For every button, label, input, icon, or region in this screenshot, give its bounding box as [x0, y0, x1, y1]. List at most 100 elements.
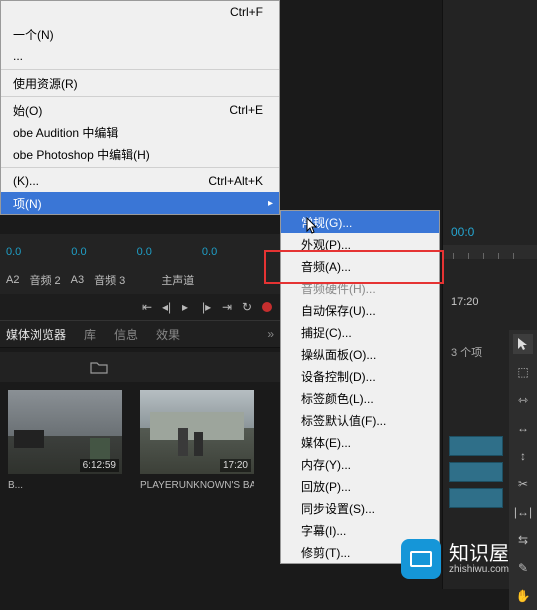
folder-icon[interactable] — [90, 360, 108, 374]
track-value[interactable]: 0.0 — [137, 246, 152, 258]
slip-tool-icon[interactable]: |↔| — [513, 502, 533, 522]
submenu-label: 标签默认值(F)... — [301, 412, 386, 429]
thumbnail-caption: B... — [8, 480, 23, 491]
folder-row — [0, 352, 280, 382]
time-ruler[interactable] — [443, 245, 537, 259]
tab-libraries[interactable]: 库 — [84, 326, 96, 343]
go-to-end-icon[interactable]: ⇥ — [222, 300, 236, 314]
watermark: 知识屋 zhishiwu.com — [401, 539, 509, 579]
thumbnail-caption: PLAYERUNKNOWN'S BAT... — [140, 480, 254, 491]
menu-shortcut: Ctrl+E — [229, 103, 271, 117]
panel-tabs: 媒体浏览器 库 信息 效果 » — [0, 320, 280, 348]
submenu-item-label-default[interactable]: 标签默认值(F)... — [281, 409, 439, 431]
menu-item[interactable]: (K)... Ctrl+Alt+K — [1, 170, 279, 192]
tab-media-browser[interactable]: 媒体浏览器 — [6, 326, 66, 343]
menu-item[interactable]: 使用资源(R) — [1, 72, 279, 94]
menu-shortcut: Ctrl+F — [230, 5, 271, 19]
submenu-item-caption[interactable]: 字幕(I)... — [281, 519, 439, 541]
menu-item[interactable]: 始(O) Ctrl+E — [1, 99, 279, 121]
submenu-item-control-surface[interactable]: 操纵面板(O)... — [281, 343, 439, 365]
submenu-label: 捕捉(C)... — [301, 324, 352, 341]
submenu-label: 标签颜色(L)... — [301, 390, 374, 407]
menu-item[interactable]: ... — [1, 45, 279, 67]
media-item[interactable]: 6:12:59 B... — [8, 390, 122, 491]
thumbnail-duration: 17:20 — [220, 459, 251, 472]
menu-item-preferences[interactable]: 项(N) ▸ — [1, 192, 279, 214]
step-back-icon[interactable]: ◂| — [162, 300, 176, 314]
slide-tool-icon[interactable]: ⇆ — [513, 530, 533, 550]
submenu-label: 媒体(E)... — [301, 434, 351, 451]
track-value[interactable]: 0.0 — [202, 246, 217, 258]
menu-divider — [1, 96, 279, 97]
submenu-arrow-icon: ▸ — [268, 198, 273, 209]
rate-stretch-tool-icon[interactable]: ↕ — [513, 446, 533, 466]
track-value[interactable]: 0.0 — [6, 246, 21, 258]
submenu-item-media[interactable]: 媒体(E)... — [281, 431, 439, 453]
menu-item[interactable]: Ctrl+F — [1, 1, 279, 23]
submenu-label: 设备控制(D)... — [301, 368, 376, 385]
submenu-label: 音频(A)... — [301, 258, 351, 275]
thumbnail-duration: 6:12:59 — [80, 459, 119, 472]
menu-label: ... — [13, 49, 23, 63]
preferences-submenu: 常规(G)... 外观(P)... 音频(A)... 音频硬件(H)... 自动… — [280, 210, 440, 564]
timeline-clip[interactable]: 64 — [449, 488, 503, 508]
submenu-item-general[interactable]: 常规(G)... — [281, 211, 439, 233]
razor-tool-icon[interactable]: ✂ — [513, 474, 533, 494]
track-label: 音频 3 — [94, 272, 125, 288]
submenu-item-device[interactable]: 设备控制(D)... — [281, 365, 439, 387]
hand-tool-icon[interactable]: ✋ — [513, 586, 533, 606]
pen-tool-icon[interactable]: ✎ — [513, 558, 533, 578]
rolling-edit-tool-icon[interactable]: ↔ — [513, 418, 533, 438]
menu-label: obe Photoshop 中编辑(H) — [13, 146, 150, 163]
menu-shortcut: Ctrl+Alt+K — [208, 174, 271, 188]
timecode-elapsed: 17:20 — [451, 296, 479, 308]
submenu-item-autosave[interactable]: 自动保存(U)... — [281, 299, 439, 321]
media-thumbnails: 6:12:59 B... 17:20 PLAYERUNKNOWN'S BAT..… — [0, 390, 280, 491]
timeline-clip[interactable] — [449, 462, 503, 482]
menu-item[interactable]: 一个(N) — [1, 23, 279, 45]
watermark-url: zhishiwu.com — [449, 564, 509, 575]
audio-tracks-panel: 0.0 0.0 0.0 0.0 A2 音频 2 A3 音频 3 主声道 ⇤ ◂|… — [0, 234, 280, 324]
submenu-item-memory[interactable]: 内存(Y)... — [281, 453, 439, 475]
submenu-label: 自动保存(U)... — [301, 302, 376, 319]
submenu-item-label-color[interactable]: 标签颜色(L)... — [281, 387, 439, 409]
menu-item[interactable]: obe Photoshop 中编辑(H) — [1, 143, 279, 165]
submenu-item-audio[interactable]: 音频(A)... — [281, 255, 439, 277]
menu-label: 始(O) — [13, 102, 42, 119]
submenu-label: 回放(P)... — [301, 478, 351, 495]
track-label: 主声道 — [161, 272, 194, 288]
submenu-item-playback[interactable]: 回放(P)... — [281, 475, 439, 497]
ripple-edit-tool-icon[interactable]: ⇿ — [513, 390, 533, 410]
submenu-label: 修剪(T)... — [301, 544, 350, 561]
timecode-start: 00:0 — [451, 225, 474, 239]
go-to-start-icon[interactable]: ⇤ — [142, 300, 156, 314]
submenu-label: 操纵面板(O)... — [301, 346, 376, 363]
loop-icon[interactable]: ↻ — [242, 300, 256, 314]
thumbnail-image: 17:20 — [140, 390, 254, 474]
watermark-icon — [401, 539, 441, 579]
selection-tool-icon[interactable] — [513, 334, 533, 354]
thumbnail-image: 6:12:59 — [8, 390, 122, 474]
item-count: 3 个项 — [451, 344, 482, 360]
panel-menu-icon[interactable]: » — [267, 327, 274, 341]
track-label: A3 — [71, 274, 84, 286]
track-value[interactable]: 0.0 — [71, 246, 86, 258]
submenu-item-appearance[interactable]: 外观(P)... — [281, 233, 439, 255]
record-icon[interactable] — [262, 302, 272, 312]
submenu-label: 内存(Y)... — [301, 456, 351, 473]
submenu-label: 音频硬件(H)... — [301, 280, 376, 297]
timeline-clip[interactable] — [449, 436, 503, 456]
menu-divider — [1, 69, 279, 70]
play-icon[interactable]: ▸ — [182, 300, 196, 314]
step-forward-icon[interactable]: |▸ — [202, 300, 216, 314]
menu-item[interactable]: obe Audition 中编辑 — [1, 121, 279, 143]
submenu-item-capture[interactable]: 捕捉(C)... — [281, 321, 439, 343]
submenu-label: 常规(G)... — [301, 214, 352, 231]
submenu-item-sync[interactable]: 同步设置(S)... — [281, 497, 439, 519]
track-select-tool-icon[interactable]: ⬚ — [513, 362, 533, 382]
submenu-label: 外观(P)... — [301, 236, 351, 253]
tab-info[interactable]: 信息 — [114, 326, 138, 343]
media-item[interactable]: 17:20 PLAYERUNKNOWN'S BAT... 17:20 — [140, 390, 254, 491]
tab-effects[interactable]: 效果 — [156, 326, 180, 343]
submenu-item-audio-hw[interactable]: 音频硬件(H)... — [281, 277, 439, 299]
